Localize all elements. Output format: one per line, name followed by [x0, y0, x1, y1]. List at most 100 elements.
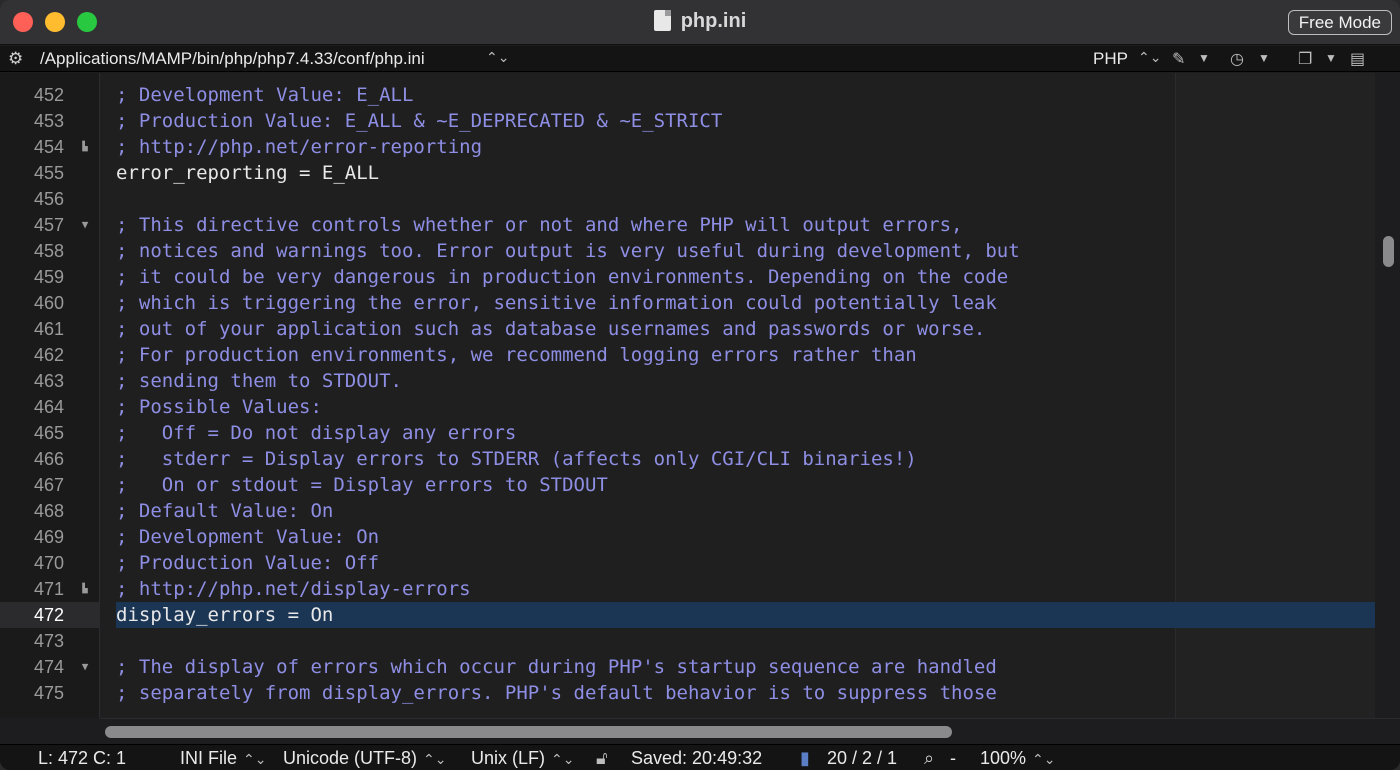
line-number: 454	[33, 137, 64, 157]
code-line[interactable]: 459 ; it could be very dangerous in produ…	[0, 264, 1400, 290]
line-number: 457	[33, 215, 64, 235]
gear-icon[interactable]: ⚙	[8, 49, 23, 69]
code-comment: ; Production Value: Off	[116, 552, 380, 574]
code-line[interactable]: 475 ; separately from display_errors. PHP…	[0, 680, 1400, 706]
code-comment: ; sending them to STDOUT.	[116, 370, 402, 392]
zoom-label: 100%	[980, 748, 1027, 768]
code-line[interactable]: 453 ; Production Value: E_ALL & ~E_DEPREC…	[0, 108, 1400, 134]
code-comment: ; stderr = Display errors to STDERR (aff…	[116, 448, 917, 470]
window-title-area: php.ini	[0, 10, 1400, 33]
code-comment: ; This directive controls whether or not…	[116, 214, 963, 236]
file-type-label: INI File	[180, 748, 238, 768]
code-line[interactable]: 468 ; Default Value: On	[0, 498, 1400, 524]
code-comment: ; Development Value: E_ALL	[116, 84, 414, 106]
lock-icon[interactable]: 🔓︎	[596, 748, 608, 769]
code-line[interactable]: 455 error_reporting = E_ALL	[0, 160, 1400, 186]
code-line[interactable]: 458 ; notices and warnings too. Error out…	[0, 238, 1400, 264]
code-comment: ; Off = Do not display any errors	[116, 422, 517, 444]
line-number: 460	[33, 293, 64, 313]
window-title: php.ini	[680, 10, 747, 32]
zoom-selector[interactable]: 100% ⌃⌄	[980, 748, 1056, 769]
fold-toggle-icon[interactable]: ▼	[78, 212, 92, 238]
code-line[interactable]: 457 ▼ ; This directive controls whether or…	[0, 212, 1400, 238]
code-line[interactable]: 474 ▼ ; The display of errors which occur …	[0, 654, 1400, 680]
code-comment: ; it could be very dangerous in producti…	[116, 266, 1009, 288]
page-icon[interactable]: ▤	[1350, 49, 1365, 69]
chevron-down-icon[interactable]: ▼	[1198, 51, 1210, 65]
chevron-down-icon[interactable]: ▼	[1325, 51, 1337, 65]
chevron-updown-icon[interactable]: ⌃⌄	[1138, 49, 1161, 66]
line-number: 461	[33, 319, 64, 339]
line-number: 463	[33, 371, 64, 391]
horizontal-scroll-thumb[interactable]	[105, 726, 952, 738]
status-bar: L: 472 C: 1 INI File ⌃⌄ Unicode (UTF-8) ⌃⌄…	[0, 744, 1400, 770]
line-number: 464	[33, 397, 64, 417]
document-stats[interactable]: 20 / 2 / 1	[827, 748, 897, 769]
fold-toggle-icon[interactable]: ▼	[78, 654, 92, 680]
cursor-position[interactable]: L: 472 C: 1	[38, 748, 126, 769]
zoom-out-button[interactable]: -	[950, 748, 956, 769]
chevron-updown-icon: ⌃⌄	[1032, 751, 1056, 767]
code-line[interactable]: 463 ; sending them to STDOUT.	[0, 368, 1400, 394]
chevron-down-icon[interactable]: ▼	[1258, 51, 1270, 65]
line-number: 466	[33, 449, 64, 469]
encoding-selector[interactable]: Unicode (UTF-8) ⌃⌄	[283, 748, 447, 769]
line-number: 462	[33, 345, 64, 365]
language-selector[interactable]: PHP	[1093, 49, 1128, 69]
pencil-icon[interactable]: ✎	[1172, 49, 1185, 69]
file-path[interactable]: /Applications/MAMP/bin/php/php7.4.33/con…	[40, 49, 425, 69]
code-comment: ; http://php.net/error-reporting	[116, 136, 483, 158]
line-number: 470	[33, 553, 64, 573]
chevron-updown-icon[interactable]: ⌃⌄	[486, 49, 509, 66]
line-number: 475	[33, 683, 64, 703]
code-line[interactable]: 464 ; Possible Values:	[0, 394, 1400, 420]
line-number: 467	[33, 475, 64, 495]
window-icon[interactable]: ❐	[1298, 49, 1312, 69]
document-stats-icon: ▮	[800, 748, 810, 768]
code-text: error_reporting = E_ALL	[116, 162, 380, 184]
code-line[interactable]: 467 ; On or stdout = Display errors to ST…	[0, 472, 1400, 498]
code-line[interactable]: 454 ▙ ; http://php.net/error-reporting	[0, 134, 1400, 160]
line-number: 456	[33, 189, 64, 209]
line-endings-selector[interactable]: Unix (LF) ⌃⌄	[471, 748, 574, 769]
horizontal-scrollbar[interactable]	[100, 718, 1400, 744]
code-comment: ; On or stdout = Display errors to STDOU…	[116, 474, 608, 496]
fold-end-icon: ▙	[82, 584, 88, 594]
search-icon[interactable]: ⌕	[924, 748, 934, 769]
chevron-updown-icon: ⌃⌄	[551, 751, 575, 767]
code-line[interactable]: 472 display_errors = On	[0, 602, 1400, 628]
chevron-updown-icon: ⌃⌄	[423, 751, 447, 767]
path-bar: ⚙ /Applications/MAMP/bin/php/php7.4.33/c…	[0, 46, 1400, 72]
file-type-selector[interactable]: INI File ⌃⌄	[180, 748, 266, 769]
code-line[interactable]: 473	[0, 628, 1400, 654]
history-icon[interactable]: ◷	[1230, 49, 1244, 69]
code-comment: ; notices and warnings too. Error output…	[116, 240, 1020, 262]
free-mode-button[interactable]: Free Mode	[1287, 10, 1392, 35]
code-comment: ; out of your application such as databa…	[116, 318, 986, 340]
code-line[interactable]: 462 ; For production environments, we rec…	[0, 342, 1400, 368]
code-line[interactable]: 456	[0, 186, 1400, 212]
line-endings-label: Unix (LF)	[471, 748, 546, 768]
code-line[interactable]: 466 ; stderr = Display errors to STDERR (…	[0, 446, 1400, 472]
code-line[interactable]: 471 ▙ ; http://php.net/display-errors	[0, 576, 1400, 602]
code-line[interactable]: 461 ; out of your application such as dat…	[0, 316, 1400, 342]
document-icon	[653, 10, 671, 31]
line-number: 471	[33, 579, 64, 599]
line-number: 472	[33, 605, 64, 625]
code-line[interactable]: 470 ; Production Value: Off	[0, 550, 1400, 576]
code-comment: ; Production Value: E_ALL & ~E_DEPRECATE…	[116, 110, 723, 132]
code-line[interactable]: 460 ; which is triggering the error, sens…	[0, 290, 1400, 316]
encoding-label: Unicode (UTF-8)	[283, 748, 418, 768]
code-comment: ; Default Value: On	[116, 500, 334, 522]
code-line[interactable]: 452 ; Development Value: E_ALL	[0, 82, 1400, 108]
line-number: 459	[33, 267, 64, 287]
code-comment: ; Possible Values:	[116, 396, 322, 418]
code-line[interactable]: 469 ; Development Value: On	[0, 524, 1400, 550]
line-number: 455	[33, 163, 64, 183]
code-line[interactable]: 465 ; Off = Do not display any errors	[0, 420, 1400, 446]
line-number: 468	[33, 501, 64, 521]
saved-time: Saved: 20:49:32	[631, 748, 763, 768]
line-number: 469	[33, 527, 64, 547]
code-comment: ; The display of errors which occur duri…	[116, 656, 997, 678]
code-comment: ; For production environments, we recomm…	[116, 344, 917, 366]
